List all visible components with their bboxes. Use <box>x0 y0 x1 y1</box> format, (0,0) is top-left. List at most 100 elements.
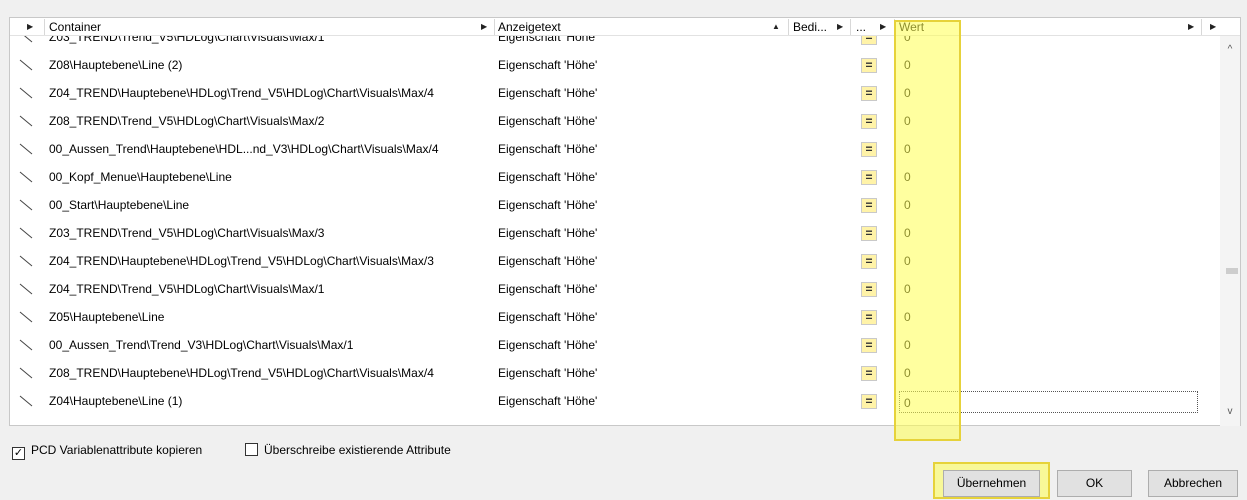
wert-cell[interactable]: 0 <box>904 163 911 191</box>
column-header-wert[interactable]: Wert <box>899 18 924 36</box>
operator-button[interactable]: = <box>861 310 877 325</box>
column-header-anzeigetext[interactable]: Anzeigetext <box>498 18 561 36</box>
line-object-icon <box>19 143 33 155</box>
column-menu-arrow-icon[interactable]: ▶ <box>1210 18 1216 36</box>
anzeigetext-cell: Eigenschaft 'Höhe' <box>498 142 598 156</box>
table-row[interactable]: Z05\Hauptebene\Line Eigenschaft 'Höhe' = 0 <box>10 303 1222 331</box>
table-row[interactable]: 00_Start\Hauptebene\Line Eigenschaft 'Höh… <box>10 191 1222 219</box>
wert-cell[interactable]: 0 <box>904 303 911 331</box>
line-object-icon <box>19 339 33 351</box>
line-object-icon <box>19 227 33 239</box>
container-cell: Z08_TREND\Trend_V5\HDLog\Chart\Visuals\M… <box>49 114 325 128</box>
table-row[interactable]: 00_Aussen_Trend\Hauptebene\HDL...nd_V3\H… <box>10 135 1222 163</box>
container-cell: Z04_TREND\Hauptebene\HDLog\Trend_V5\HDLo… <box>49 86 434 100</box>
operator-button[interactable]: = <box>861 114 877 129</box>
overwrite-option[interactable]: Überschreibe existierende Attribute <box>245 441 451 459</box>
container-cell: Z04_TREND\Trend_V5\HDLog\Chart\Visuals\M… <box>49 282 325 296</box>
anzeigetext-cell: Eigenschaft 'Höhe' <box>498 86 598 100</box>
anzeigetext-cell: Eigenschaft 'Höhe' <box>498 366 598 380</box>
anzeigetext-cell: Eigenschaft 'Höhe' <box>498 394 598 408</box>
table-row[interactable]: Z03_TREND\Trend_V5\HDLog\Chart\Visuals\M… <box>10 36 1222 51</box>
wert-edit-field[interactable]: 0 <box>899 391 1198 413</box>
overwrite-label: Überschreibe existierende Attribute <box>264 443 451 457</box>
overwrite-checkbox[interactable] <box>245 443 258 456</box>
table-row[interactable]: Z04_TREND\Trend_V5\HDLog\Chart\Visuals\M… <box>10 275 1222 303</box>
operator-button[interactable]: = <box>861 58 877 73</box>
anzeigetext-cell: Eigenschaft 'Höhe' <box>498 170 598 184</box>
grid-header: ▶ Container ▶ Anzeigetext ▲ Bedi... ▶ ..… <box>10 18 1240 36</box>
column-menu-arrow-icon[interactable]: ▶ <box>481 18 487 36</box>
line-object-icon <box>19 87 33 99</box>
operator-button[interactable]: = <box>861 36 877 45</box>
scrollbar-thumb[interactable] <box>1226 268 1238 274</box>
operator-button[interactable]: = <box>861 142 877 157</box>
container-cell: Z03_TREND\Trend_V5\HDLog\Chart\Visuals\M… <box>49 226 325 240</box>
wert-cell[interactable]: 0 <box>904 359 911 387</box>
sort-ascending-icon[interactable]: ▲ <box>772 18 780 36</box>
wert-value: 0 <box>904 396 911 410</box>
table-row[interactable]: 00_Aussen_Trend\Trend_V3\HDLog\Chart\Vis… <box>10 331 1222 359</box>
vertical-scrollbar[interactable]: ^ v <box>1220 36 1240 426</box>
operator-button[interactable]: = <box>861 338 877 353</box>
wert-cell[interactable]: 0 <box>904 191 911 219</box>
container-cell: Z04\Hauptebene\Line (1) <box>49 394 183 408</box>
operator-button[interactable]: = <box>861 366 877 381</box>
operator-button[interactable]: = <box>861 226 877 241</box>
copy-pcd-label: PCD Variablenattribute kopieren <box>31 443 203 457</box>
wert-cell[interactable]: 0 <box>904 107 911 135</box>
container-cell: 00_Start\Hauptebene\Line <box>49 198 190 212</box>
table-row[interactable]: Z04_TREND\Hauptebene\HDLog\Trend_V5\HDLo… <box>10 247 1222 275</box>
row-header-arrow-icon[interactable]: ▶ <box>27 18 33 36</box>
operator-button[interactable]: = <box>861 254 877 269</box>
scroll-up-icon[interactable]: ^ <box>1224 44 1236 56</box>
cancel-button[interactable]: Abbrechen <box>1148 470 1238 497</box>
table-row[interactable]: Z03_TREND\Trend_V5\HDLog\Chart\Visuals\M… <box>10 219 1222 247</box>
operator-button[interactable]: = <box>861 198 877 213</box>
wert-cell[interactable]: 0 <box>904 79 911 107</box>
table-row[interactable]: Z08_TREND\Trend_V5\HDLog\Chart\Visuals\M… <box>10 107 1222 135</box>
anzeigetext-cell: Eigenschaft 'Höhe' <box>498 198 598 212</box>
wert-cell[interactable]: 0 <box>904 36 911 51</box>
operator-button[interactable]: = <box>861 394 877 409</box>
wert-cell[interactable]: 0 <box>904 331 911 359</box>
line-object-icon <box>19 283 33 295</box>
wert-cell[interactable]: 0 <box>904 51 911 79</box>
column-header-bedi[interactable]: Bedi... <box>793 18 827 36</box>
anzeigetext-cell: Eigenschaft 'Höhe' <box>498 226 598 240</box>
wert-cell[interactable]: 0 <box>904 247 911 275</box>
table-row[interactable]: 00_Kopf_Menue\Hauptebene\Line Eigenschaft… <box>10 163 1222 191</box>
apply-button[interactable]: Übernehmen <box>943 470 1040 497</box>
column-menu-arrow-icon[interactable]: ▶ <box>1188 18 1194 36</box>
operator-button[interactable]: = <box>861 170 877 185</box>
anzeigetext-cell: Eigenschaft 'Höhe' <box>498 282 598 296</box>
column-menu-arrow-icon[interactable]: ▶ <box>880 18 886 36</box>
operator-button[interactable]: = <box>861 282 877 297</box>
wert-cell[interactable]: 0 <box>904 275 911 303</box>
table-row[interactable]: Z04\Hauptebene\Line (1) Eigenschaft 'Höhe… <box>10 387 1222 415</box>
anzeigetext-cell: Eigenschaft 'Höhe' <box>498 254 598 268</box>
column-header-ellipsis[interactable]: ... <box>856 18 866 36</box>
grid-rows: Z03_TREND\Trend_V5\HDLog\Chart\Visuals\M… <box>10 36 1222 426</box>
table-row[interactable]: Z04_TREND\Hauptebene\HDLog\Trend_V5\HDLo… <box>10 79 1222 107</box>
wert-cell[interactable]: 0 <box>904 135 911 163</box>
wert-cell[interactable]: 0 <box>904 219 911 247</box>
container-cell: Z08_TREND\Hauptebene\HDLog\Trend_V5\HDLo… <box>49 366 434 380</box>
line-object-icon <box>19 367 33 379</box>
table-row[interactable]: Z08_TREND\Hauptebene\HDLog\Trend_V5\HDLo… <box>10 359 1222 387</box>
anzeigetext-cell: Eigenschaft 'Höhe' <box>498 310 598 324</box>
attribute-grid: ▶ Container ▶ Anzeigetext ▲ Bedi... ▶ ..… <box>9 17 1241 426</box>
anzeigetext-cell: Eigenschaft 'Höhe' <box>498 114 598 128</box>
column-menu-arrow-icon[interactable]: ▶ <box>837 18 843 36</box>
container-cell: 00_Kopf_Menue\Hauptebene\Line <box>49 170 232 184</box>
column-header-container[interactable]: Container <box>49 18 101 36</box>
scroll-down-icon[interactable]: v <box>1224 406 1236 418</box>
container-cell: Z08\Hauptebene\Line (2) <box>49 58 183 72</box>
ok-button[interactable]: OK <box>1057 470 1132 497</box>
operator-button[interactable]: = <box>861 86 877 101</box>
copy-pcd-checkbox[interactable]: ✓ <box>12 447 25 460</box>
table-row[interactable]: Z08\Hauptebene\Line (2) Eigenschaft 'Höhe… <box>10 51 1222 79</box>
anzeigetext-cell: Eigenschaft 'Höhe' <box>498 338 598 352</box>
line-object-icon <box>19 199 33 211</box>
line-object-icon <box>19 255 33 267</box>
copy-pcd-option[interactable]: ✓ PCD Variablenattribute kopieren <box>12 441 203 460</box>
